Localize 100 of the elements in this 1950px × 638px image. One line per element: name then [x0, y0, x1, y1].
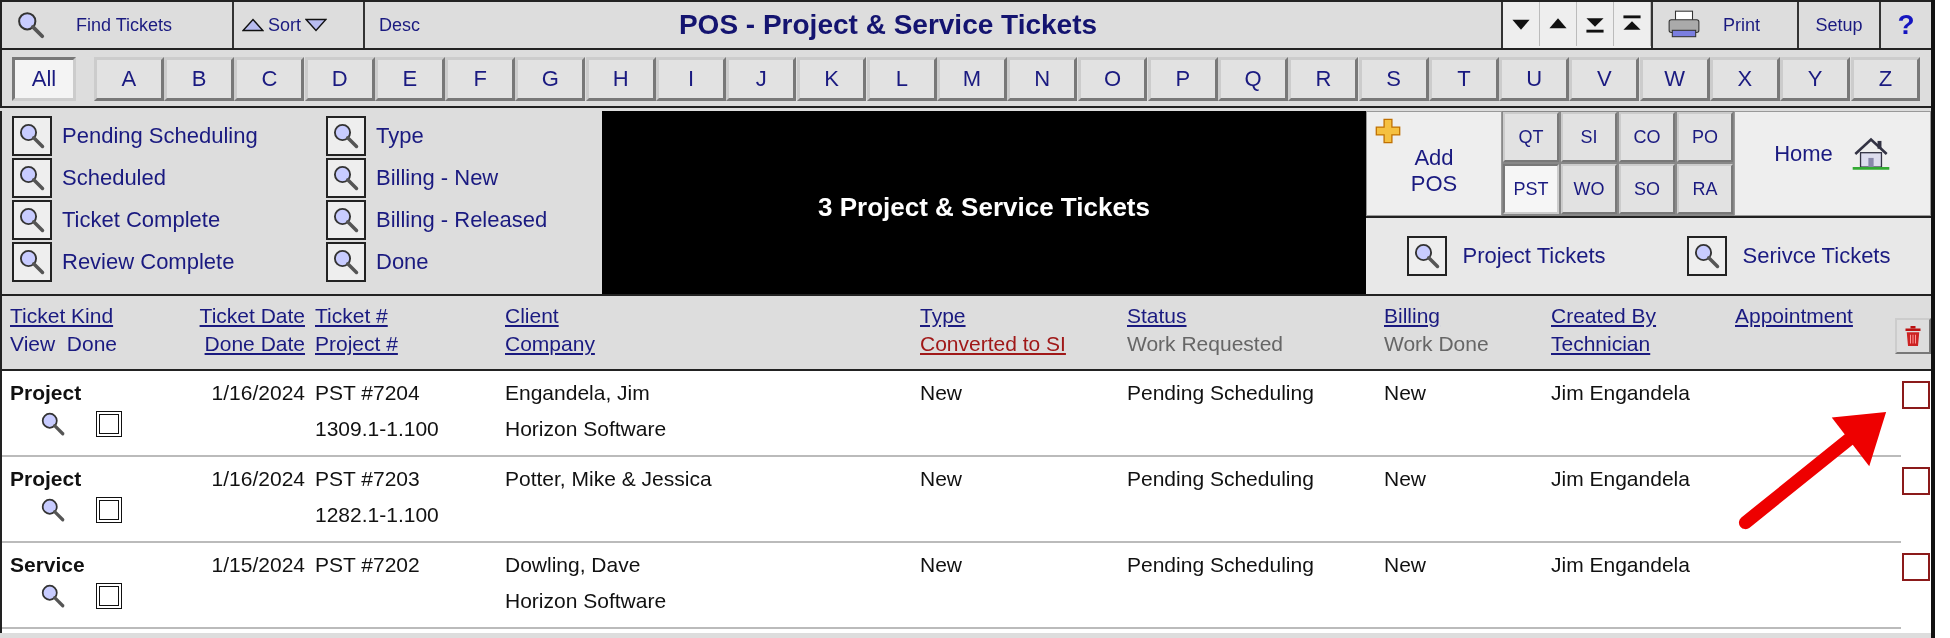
filter-link[interactable]: Review Complete: [62, 249, 235, 275]
document-type-tab[interactable]: WO: [1561, 164, 1617, 214]
letter-tab[interactable]: B: [164, 57, 235, 101]
filter-search-button[interactable]: [326, 116, 366, 156]
letter-tab[interactable]: O: [1077, 57, 1148, 101]
done-checkbox[interactable]: [96, 411, 122, 437]
project-number: 1309.1-1.100: [315, 417, 440, 441]
column-sort-link[interactable]: Done Date: [204, 332, 305, 356]
letter-tab[interactable]: U: [1499, 57, 1570, 101]
column-sort-link[interactable]: Ticket Kind: [10, 304, 165, 328]
letter-tab[interactable]: R: [1288, 57, 1359, 101]
filter-link[interactable]: Ticket Complete: [62, 207, 221, 233]
sort-descending-icon: [305, 18, 327, 32]
quick-search-button[interactable]: [1686, 236, 1727, 276]
filter-link[interactable]: Done: [376, 249, 429, 275]
created-by: Jim Engandela: [1551, 553, 1691, 577]
filter-search-button[interactable]: [326, 242, 366, 282]
add-pos-button[interactable]: Add POS: [1366, 111, 1502, 216]
letter-tab[interactable]: E: [374, 57, 445, 101]
letter-tab[interactable]: V: [1569, 57, 1640, 101]
quick-filter-link[interactable]: Serivce Tickets: [1742, 243, 1891, 269]
letter-tab[interactable]: A: [93, 57, 164, 101]
ticket-status: Pending Scheduling: [1127, 467, 1315, 491]
letter-tab[interactable]: M: [937, 57, 1007, 101]
letter-tab[interactable]: L: [866, 57, 937, 101]
column-subheader: Work Requested: [1127, 332, 1285, 356]
add-label: POS: [1410, 170, 1458, 197]
letter-tab[interactable]: All: [12, 57, 76, 101]
delete-checkbox[interactable]: [1901, 467, 1930, 495]
view-icon[interactable]: [40, 497, 66, 523]
filter-search-button[interactable]: [12, 200, 52, 240]
filter-search-button[interactable]: [326, 200, 366, 240]
column-sort-link[interactable]: Status: [1127, 304, 1384, 328]
letter-tab[interactable]: W: [1639, 57, 1710, 101]
view-icon[interactable]: [40, 583, 66, 609]
column-sort-link[interactable]: Billing: [1384, 304, 1551, 328]
ticket-type: New: [920, 467, 963, 491]
document-type-tab[interactable]: RA: [1677, 164, 1733, 214]
ticket-date: 1/15/2024: [211, 553, 305, 577]
document-type-tab[interactable]: PST: [1503, 164, 1559, 214]
filter-link[interactable]: Billing - New: [376, 165, 499, 191]
letter-tab[interactable]: D: [304, 57, 375, 101]
letter-tab[interactable]: Q: [1218, 57, 1288, 101]
filter-search-button[interactable]: [326, 158, 366, 198]
quick-search-button[interactable]: [1406, 236, 1447, 276]
document-type-tab[interactable]: CO: [1619, 112, 1675, 162]
sort-ascending-icon: [242, 18, 264, 32]
filter-link[interactable]: Billing - Released: [376, 207, 548, 233]
delete-checkbox[interactable]: [1901, 553, 1930, 581]
document-type-tab[interactable]: SI: [1561, 112, 1617, 162]
letter-tab[interactable]: X: [1710, 57, 1780, 101]
done-checkbox[interactable]: [96, 497, 122, 523]
home-button[interactable]: Home: [1734, 111, 1931, 216]
ticket-number: PST #7202: [315, 553, 421, 577]
column-sort-link[interactable]: Ticket Date: [199, 304, 305, 328]
search-icon: [16, 10, 46, 40]
column-sort-link[interactable]: Converted to SI: [920, 332, 1127, 356]
column-sort-link[interactable]: Technician: [1551, 332, 1735, 356]
column-sort-link[interactable]: Appointment: [1735, 304, 1890, 328]
view-icon[interactable]: [40, 411, 66, 437]
column-sort-link[interactable]: Type: [920, 304, 1127, 328]
filter-link[interactable]: Pending Scheduling: [62, 123, 258, 149]
column-sort-link[interactable]: Project #: [315, 332, 505, 356]
client-name: Potter, Mike & Jessica: [505, 467, 713, 491]
company-name: Horizon Software: [505, 589, 668, 613]
letter-tab[interactable]: H: [585, 57, 656, 101]
document-type-tab[interactable]: PO: [1677, 112, 1733, 162]
letter-tab[interactable]: N: [1007, 57, 1078, 101]
letter-tab[interactable]: K: [796, 57, 867, 101]
done-checkbox[interactable]: [96, 583, 122, 609]
filter-search-button[interactable]: [12, 116, 52, 156]
column-sort-link[interactable]: Ticket #: [315, 304, 505, 328]
letter-tab[interactable]: G: [515, 57, 586, 101]
document-type-tab[interactable]: QT: [1503, 112, 1559, 162]
filter-link[interactable]: Type: [376, 123, 424, 149]
document-type-tab[interactable]: SO: [1619, 164, 1675, 214]
letter-tab[interactable]: I: [656, 57, 726, 101]
letter-tab[interactable]: Y: [1780, 57, 1851, 101]
sort-label: Sort: [268, 14, 301, 36]
column-sort-link[interactable]: Company: [505, 332, 920, 356]
filter-search-button[interactable]: [12, 242, 52, 282]
delete-checkbox[interactable]: [1901, 381, 1930, 409]
client-name: Engandela, Jim: [505, 381, 651, 405]
column-sort-link[interactable]: Client: [505, 304, 920, 328]
ticket-type: New: [920, 553, 963, 577]
letter-tab[interactable]: C: [234, 57, 305, 101]
letter-tab[interactable]: F: [445, 57, 516, 101]
letter-tab[interactable]: T: [1428, 57, 1499, 101]
letter-tab[interactable]: Z: [1850, 57, 1921, 101]
company-name: Horizon Software: [505, 417, 668, 441]
column-sort-link[interactable]: Created By: [1551, 304, 1735, 328]
letter-tab[interactable]: P: [1147, 57, 1218, 101]
letter-tab[interactable]: S: [1358, 57, 1429, 101]
quick-filter-link[interactable]: Project Tickets: [1462, 243, 1606, 269]
filter-search-button[interactable]: [12, 158, 52, 198]
letter-tab[interactable]: J: [726, 57, 797, 101]
ticket-number: PST #7203: [315, 467, 421, 491]
window-title: POS - Project & Service Tickets: [677, 9, 1099, 41]
filter-link[interactable]: Scheduled: [62, 165, 166, 191]
delete-button[interactable]: [1894, 318, 1931, 354]
